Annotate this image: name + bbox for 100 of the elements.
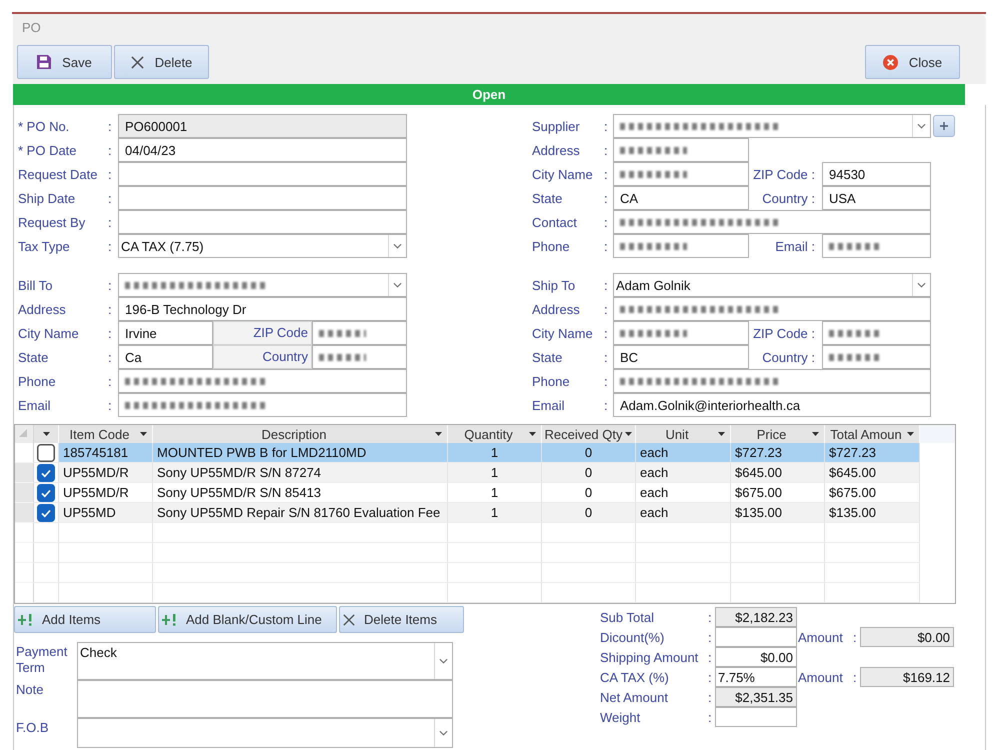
text-field[interactable]: BC <box>613 345 749 369</box>
field-label: Ship To <box>532 278 576 292</box>
text-field[interactable] <box>613 210 931 234</box>
text-field[interactable]: USA <box>822 186 931 210</box>
field-label: Amount <box>798 630 844 644</box>
dropdown-field[interactable] <box>118 273 407 297</box>
dropdown-field[interactable]: Adam Golnik <box>613 273 931 297</box>
text-field[interactable]: Irvine <box>118 321 213 345</box>
number-field[interactable]: $2,182.23 <box>715 607 797 627</box>
text-field[interactable] <box>118 369 407 393</box>
text-field[interactable] <box>312 321 407 345</box>
status-banner: Open <box>13 84 965 105</box>
number-field[interactable]: $0.00 <box>860 627 954 647</box>
select-all-cell[interactable] <box>15 425 34 443</box>
field-label: Request By <box>18 214 86 230</box>
save-button[interactable]: Save <box>17 45 112 79</box>
delete-button[interactable]: Delete <box>114 45 209 79</box>
field-label: Shipping Amount <box>600 650 700 664</box>
field-label: Phone <box>532 374 571 388</box>
table-row[interactable]: UP55MD Sony UP55MD Repair S/N 81760 Evaluation Fee 1 0 each $135.00 $135.00 <box>59 503 920 523</box>
field-label: Net Amount <box>600 690 669 704</box>
column-header[interactable]: Price <box>731 425 825 443</box>
number-field[interactable]: 7.75% <box>715 667 797 687</box>
chevron-down-icon <box>393 243 402 249</box>
column-header[interactable]: Received Qty <box>542 425 636 443</box>
text-field[interactable] <box>822 234 931 258</box>
field-label: Country <box>213 345 312 369</box>
dropdown-arrow-icon <box>435 432 442 436</box>
number-field[interactable]: $169.12 <box>860 667 954 687</box>
table-row[interactable]: 185745181 MOUNTED PWB B for LMD2110MD 1 0 each $727.23 $727.23 <box>59 443 920 463</box>
text-field[interactable] <box>822 345 931 369</box>
text-field[interactable] <box>613 162 749 186</box>
dropdown-arrow-icon <box>907 432 914 436</box>
checkbox[interactable] <box>37 464 55 482</box>
text-field[interactable] <box>118 210 407 234</box>
field-label: City Name <box>532 166 594 182</box>
checkbox[interactable] <box>37 444 55 462</box>
text-field[interactable] <box>613 234 749 258</box>
add-supplier-button[interactable] <box>933 115 955 137</box>
text-field[interactable] <box>613 138 749 162</box>
label-colon: : <box>107 350 113 364</box>
column-header[interactable]: Quantity <box>448 425 542 443</box>
text-field[interactable]: 94530 <box>822 162 931 186</box>
column-header[interactable]: Total Amoun <box>825 425 920 443</box>
dropdown-field[interactable] <box>613 114 931 138</box>
text-field[interactable]: Ca <box>118 345 213 369</box>
dropdown-arrow-icon <box>812 432 819 436</box>
plus-exclamation-icon <box>18 614 33 626</box>
text-field[interactable] <box>118 186 407 210</box>
window-title: PO <box>22 20 41 35</box>
dropdown-arrow-icon <box>625 432 632 436</box>
field-label: Supplier <box>532 118 581 134</box>
text-field[interactable] <box>312 345 407 369</box>
label-colon: : <box>707 610 713 624</box>
label-colon: : <box>603 278 609 292</box>
text-field[interactable]: 04/04/23 <box>118 138 407 162</box>
text-area[interactable] <box>77 680 453 718</box>
number-field[interactable] <box>715 627 797 647</box>
text-field[interactable]: CA <box>613 186 749 210</box>
field-label: State <box>532 190 564 206</box>
dropdown-arrow-icon <box>42 432 50 436</box>
field-label: Dicount(%) <box>600 630 666 644</box>
text-field[interactable] <box>613 321 749 345</box>
text-field[interactable]: PO600001 <box>118 114 407 138</box>
dropdown-field[interactable] <box>77 718 453 748</box>
field-label: City Name <box>18 326 80 340</box>
checkbox[interactable] <box>37 484 55 502</box>
field-label: Address <box>532 302 581 316</box>
field-label: Phone <box>532 238 571 254</box>
add-line-button[interactable]: Add Items <box>14 606 156 633</box>
column-header[interactable] <box>34 425 59 443</box>
number-field[interactable] <box>715 707 797 727</box>
add-line-button[interactable]: Add Blank/Custom Line <box>158 606 337 633</box>
close-button[interactable]: Close <box>865 45 960 79</box>
table-row[interactable]: UP55MD/R Sony UP55MD/R S/N 87274 1 0 each $645.00 $645.00 <box>59 463 920 483</box>
number-field[interactable]: $2,351.35 <box>715 687 797 707</box>
label-colon: : <box>107 190 113 206</box>
text-field[interactable] <box>118 393 407 417</box>
text-field[interactable] <box>613 369 931 393</box>
text-field[interactable]: 196-B Technology Dr <box>118 297 407 321</box>
label-colon: : <box>603 398 609 412</box>
text-field[interactable] <box>613 297 931 321</box>
delete-items-button[interactable]: Delete Items <box>339 606 464 633</box>
text-field[interactable] <box>822 321 931 345</box>
label-colon: : <box>107 374 113 388</box>
field-label: Sub Total <box>600 610 655 624</box>
number-field[interactable]: $0.00 <box>715 647 797 667</box>
label-colon: : <box>853 630 858 644</box>
dropdown-field[interactable]: CA TAX (7.75) <box>118 234 407 258</box>
text-field[interactable] <box>118 162 407 186</box>
dropdown-field[interactable]: Check <box>77 642 453 680</box>
column-header[interactable]: Description <box>153 425 448 443</box>
text-field[interactable]: Adam.Golnik@interiorhealth.ca <box>613 393 931 417</box>
column-header[interactable]: Item Code <box>59 425 153 443</box>
field-label: Payment Term <box>15 643 68 677</box>
field-label: Ship Date <box>18 190 76 206</box>
checkbox[interactable] <box>37 504 55 522</box>
label-colon: : <box>107 326 113 340</box>
table-row[interactable]: UP55MD/R Sony UP55MD/R S/N 85413 1 0 each $675.00 $675.00 <box>59 483 920 503</box>
column-header[interactable]: Unit <box>636 425 731 443</box>
